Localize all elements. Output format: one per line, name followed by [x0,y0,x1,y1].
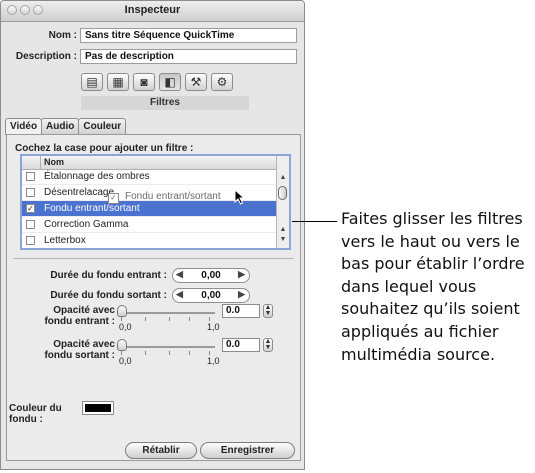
description-label: Description : [15,51,77,62]
filter-name: Désentrelacage [44,187,115,198]
title-bar[interactable]: Inspecteur [1,1,304,22]
list-item[interactable]: Correction Gamma [22,217,278,233]
scroll-up-icon[interactable]: ▲ [277,174,289,182]
slider-max-label: 1,0 [207,356,220,366]
name-field[interactable]: Sans titre Séquence QuickTime [80,28,297,43]
slider-min-label: 0,0 [119,356,132,366]
filter-name: Étalonnage des ombres [44,171,150,182]
tab-video[interactable]: Vidéo [5,118,43,135]
slider-tick [121,351,122,355]
scroll-down-icon[interactable]: ▼ [277,236,289,244]
slider-tick [189,351,190,355]
name-column-header: Nom [44,157,64,167]
slider-tick [145,351,146,355]
slider-tick [169,351,170,355]
increment-icon[interactable]: ▶ [238,289,245,300]
opacity-in-label-line2: fondu entrant : [44,316,115,327]
drag-preview-checkbox: ✓ [108,193,119,204]
opacity-out-spinner-icon[interactable]: ▲ ▼ [263,338,273,352]
slider-tick [121,317,122,321]
opacity-out-slider[interactable]: 0,0 1,0 [117,337,220,367]
opacity-out-field[interactable]: 0.0 [222,338,260,352]
opacity-in-label-line1: Opacité avec [53,305,115,316]
fade-out-label: Durée du fondu sortant : [50,290,167,301]
scroll-up-icon[interactable]: ▲ [277,226,289,234]
filter-checkbox[interactable] [26,188,35,197]
slider-max-label: 1,0 [207,322,220,332]
filter-name: Letterbox [44,235,86,246]
fade-color-swatch[interactable] [82,401,114,415]
pane-label: Filtres [81,96,249,110]
list-icon[interactable]: ▤ [81,73,103,91]
opacity-in-field[interactable]: 0.0 [222,304,260,318]
slider-knob[interactable] [117,339,127,351]
section-divider [13,258,294,259]
opacity-in-slider[interactable]: 0,0 1,0 [117,303,220,333]
filter-list-header[interactable]: Nom [22,156,278,170]
drag-preview: ✓ Fondu entrant/sortant [108,191,221,204]
slider-min-label: 0,0 [119,322,132,332]
tools-icon[interactable]: ⚒ [185,73,207,91]
slider-tick [145,317,146,321]
fade-in-label: Durée du fondu entrant : [50,270,167,281]
opacity-out-label-line2: fondu sortant : [44,350,115,361]
filter-instruction: Cochez la case pour ajouter un filtre : [15,143,194,154]
drag-preview-label: Fondu entrant/sortant [125,191,221,202]
scroll-thumb[interactable] [278,186,287,200]
list-item[interactable]: Étalonnage des ombres [22,169,278,185]
reset-button[interactable]: Rétablir [125,442,197,459]
slider-tick [209,317,210,321]
checkbox-column-header [22,156,41,169]
callout-leader-line [292,221,337,222]
gear-icon[interactable]: ⚙ [211,73,233,91]
slider-tick [169,317,170,321]
mouse-pointer-icon [234,189,246,205]
window-title: Inspecteur [124,4,181,16]
slider-track [119,346,215,348]
opacity-in-spinner-icon[interactable]: ▲ ▼ [263,304,273,318]
filter-name: Correction Gamma [44,219,129,230]
filter-checkbox[interactable] [26,172,35,181]
list-scrollbar[interactable]: ▲ ▲ ▼ [276,156,289,248]
fade-color-fill [85,404,111,412]
tab-bar: Vidéo Audio Couleur [5,118,127,135]
description-field[interactable]: Pas de description [80,49,297,64]
slider-tick [209,351,210,355]
slider-tick [189,317,190,321]
layers-icon[interactable]: ◧ [159,73,181,91]
fade-out-stepper[interactable]: ◀ 0,00 ▶ [172,288,250,303]
name-label: Nom : [48,30,77,41]
tab-audio[interactable]: Audio [41,118,80,135]
fade-in-stepper[interactable]: ◀ 0,00 ▶ [172,268,250,283]
filter-checkbox[interactable] [26,220,35,229]
tab-couleur[interactable]: Couleur [78,118,127,135]
slider-knob[interactable] [117,305,127,317]
filter-checkbox[interactable]: ✓ [26,204,35,213]
fade-color-label: Couleur du fondu : [9,403,62,425]
filter-checkbox[interactable] [26,236,35,245]
slider-track [119,312,215,314]
save-button[interactable]: Enregistrer [200,442,295,459]
film-icon[interactable]: ▦ [107,73,129,91]
increment-icon[interactable]: ▶ [238,269,245,280]
list-item[interactable]: Letterbox [22,233,278,248]
inspector-toolbar: ▤ ▦ ◙ ◧ ⚒ ⚙ [81,73,233,93]
inspector-window: Inspecteur Nom : Sans titre Séquence Qui… [0,0,305,470]
filter-name: Fondu entrant/sortant [44,203,140,214]
callout-text: Faites glisser les filtres vers le haut … [341,209,525,364]
opacity-out-label-line1: Opacité avec [53,339,115,350]
camera-icon[interactable]: ◙ [133,73,155,91]
